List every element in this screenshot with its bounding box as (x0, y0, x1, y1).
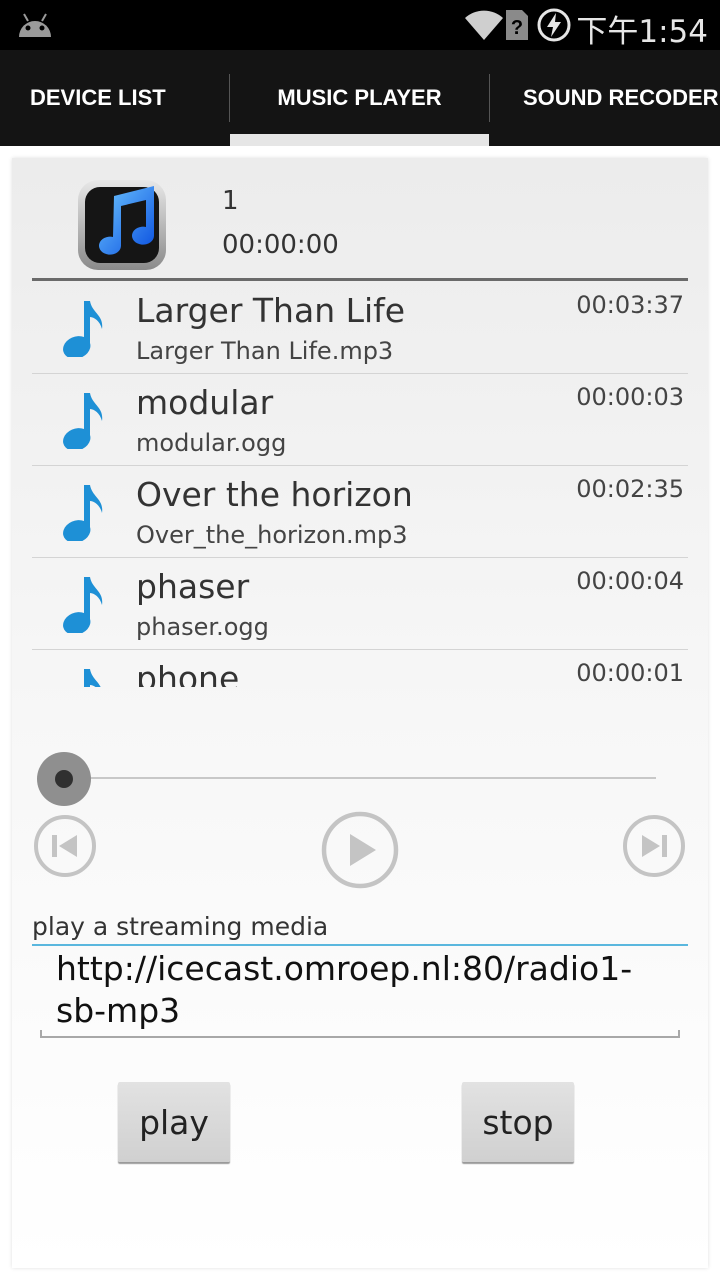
track-row[interactable]: Over the horizon Over_the_horizon.mp3 00… (32, 465, 688, 558)
stream-section-divider (32, 944, 688, 946)
play-icon[interactable] (320, 810, 400, 890)
track-row[interactable]: modular modular.ogg 00:00:03 (32, 373, 688, 466)
track-title: Over the horizon (136, 475, 413, 514)
track-row[interactable]: phone 00:00:01 (32, 649, 688, 687)
music-note-icon (84, 669, 101, 687)
tab-music-player[interactable]: MUSIC PLAYER (230, 50, 489, 146)
stop-button[interactable]: stop (462, 1082, 574, 1162)
track-filename: modular.ogg (136, 429, 287, 457)
stream-url-underline (40, 1030, 680, 1038)
track-row[interactable]: Larger Than Life Larger Than Life.mp3 00… (32, 281, 688, 374)
tab-divider (489, 74, 490, 122)
now-playing-index: 1 (222, 186, 239, 216)
track-duration: 00:02:35 (576, 475, 684, 503)
selected-tab-indicator (230, 134, 489, 146)
stream-section-label: play a streaming media (32, 912, 329, 941)
track-title: Larger Than Life (136, 291, 406, 330)
status-bar: ? 下午1:54 (0, 0, 720, 50)
music-note-icon (63, 393, 103, 449)
tab-bar: DEVICE LIST MUSIC PLAYER SOUND RECODER (0, 50, 720, 146)
music-note-icon (63, 301, 103, 357)
music-note-icon (63, 485, 103, 541)
track-duration: 00:00:03 (576, 383, 684, 411)
track-filename: Larger Than Life.mp3 (136, 337, 394, 365)
music-note-icon (63, 577, 103, 633)
track-row[interactable]: phaser phaser.ogg 00:00:04 (32, 557, 688, 650)
tab-sound-recoder[interactable]: SOUND RECODER (523, 50, 720, 146)
status-clock: 下午1:54 (576, 14, 708, 50)
now-playing-time: 00:00:00 (222, 230, 339, 260)
music-app-icon (78, 180, 166, 270)
track-duration: 00:00:01 (576, 659, 684, 687)
track-title: phaser (136, 567, 250, 606)
track-duration: 00:00:04 (576, 567, 684, 595)
stream-url-input[interactable]: http://icecast.omroep.nl:80/radio1-sb-mp… (40, 948, 680, 1036)
track-filename: Over_the_horizon.mp3 (136, 521, 408, 549)
seek-bar-track[interactable] (64, 777, 656, 779)
wifi-icon (465, 10, 503, 40)
play-button[interactable]: play (118, 1082, 230, 1162)
track-title: phone (136, 659, 240, 687)
svg-text:?: ? (511, 17, 523, 39)
no-sim-icon: ? (506, 10, 528, 40)
seek-bar-thumb[interactable] (36, 751, 92, 807)
previous-icon[interactable] (33, 814, 97, 878)
charging-icon (537, 8, 571, 42)
track-filename: phaser.ogg (136, 613, 269, 641)
track-duration: 00:03:37 (576, 291, 684, 319)
android-icon (19, 13, 51, 37)
tab-device-list[interactable]: DEVICE LIST (30, 50, 220, 146)
track-list[interactable]: Larger Than Life Larger Than Life.mp3 00… (32, 281, 688, 687)
next-icon[interactable] (622, 814, 686, 878)
track-title: modular (136, 383, 274, 422)
